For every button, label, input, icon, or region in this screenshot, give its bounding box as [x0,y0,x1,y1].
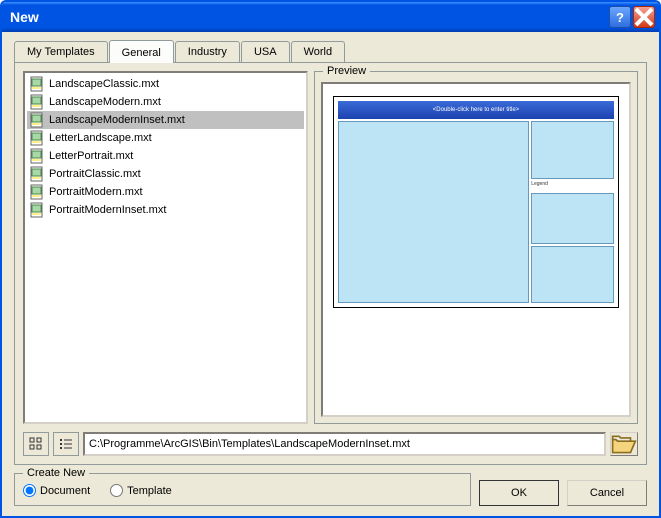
radio-template-input[interactable] [110,484,123,497]
list-view-button[interactable] [53,432,79,456]
preview-main-map [338,121,529,303]
list-item[interactable]: LetterLandscape.mxt [27,129,304,147]
tab-strip: My Templates General Industry USA World [14,40,647,62]
preview-group: Preview <Double-click here to enter titl… [314,71,638,424]
preview-legend-label: Legend [531,181,614,191]
tab-panel: LandscapeClassic.mxt LandscapeModern.mxt L… [14,62,647,465]
list-item[interactable]: LandscapeModern.mxt [27,93,304,111]
template-file-icon [29,184,45,200]
large-icons-icon [29,437,43,451]
preview-body: Legend [338,121,614,303]
template-file-icon [29,148,45,164]
create-new-label: Create New [23,467,89,479]
path-input[interactable] [83,432,606,456]
browse-button[interactable] [610,432,638,456]
help-button[interactable]: ? [609,6,631,28]
template-file-icon [29,94,45,110]
close-icon [634,7,654,27]
list-item-label: PortraitClassic.mxt [49,168,141,180]
path-row [23,432,638,456]
preview-title-bar: <Double-click here to enter title> [338,101,614,119]
radio-document-label: Document [40,485,90,497]
preview-side: Legend [531,121,614,303]
close-button[interactable] [633,6,655,28]
tab-industry[interactable]: Industry [175,41,240,62]
template-file-icon [29,130,45,146]
list-item-label: PortraitModern.mxt [49,186,143,198]
window-title: New [10,9,607,25]
template-file-icon [29,166,45,182]
dialog-window: New ? My Templates General Industry USA … [0,0,661,518]
tab-world[interactable]: World [291,41,346,62]
preview-area: <Double-click here to enter title> Legen… [321,82,631,417]
list-item[interactable]: PortraitClassic.mxt [27,165,304,183]
radio-template-label: Template [127,485,172,497]
ok-button[interactable]: OK [479,480,559,506]
preview-inset-2 [531,193,614,244]
list-item[interactable]: LandscapeModernInset.mxt [27,111,304,129]
list-item[interactable]: LetterPortrait.mxt [27,147,304,165]
tab-my-templates[interactable]: My Templates [14,41,108,62]
preview-inset-3 [531,246,614,303]
list-item-label: LandscapeClassic.mxt [49,78,159,90]
preview-inset-1 [531,121,614,179]
template-file-icon [29,112,45,128]
list-item-label: LandscapeModernInset.mxt [49,114,185,126]
list-item[interactable]: LandscapeClassic.mxt [27,75,304,93]
folder-open-icon [611,433,637,456]
cancel-button[interactable]: Cancel [567,480,647,506]
template-file-icon [29,76,45,92]
list-item-label: LetterLandscape.mxt [49,132,152,144]
create-new-group: Create New Document Template [14,473,471,506]
preview-page: <Double-click here to enter title> Legen… [333,96,619,308]
list-icon [59,437,73,451]
template-file-icon [29,202,45,218]
list-item[interactable]: PortraitModernInset.mxt [27,201,304,219]
preview-label: Preview [323,65,370,77]
template-list[interactable]: LandscapeClassic.mxt LandscapeModern.mxt L… [23,71,308,424]
tab-usa[interactable]: USA [241,41,290,62]
top-row: LandscapeClassic.mxt LandscapeModern.mxt L… [23,71,638,424]
radio-document[interactable]: Document [23,484,90,497]
title-bar: New ? [2,2,659,32]
list-item-label: LetterPortrait.mxt [49,150,133,162]
list-item-label: PortraitModernInset.mxt [49,204,166,216]
bottom-row: Create New Document Template OK Cancel [14,473,647,506]
list-item[interactable]: PortraitModern.mxt [27,183,304,201]
tab-general[interactable]: General [109,40,174,63]
list-item-label: LandscapeModern.mxt [49,96,161,108]
large-icons-button[interactable] [23,432,49,456]
content-area: My Templates General Industry USA World … [2,32,659,516]
radio-document-input[interactable] [23,484,36,497]
radio-template[interactable]: Template [110,484,172,497]
